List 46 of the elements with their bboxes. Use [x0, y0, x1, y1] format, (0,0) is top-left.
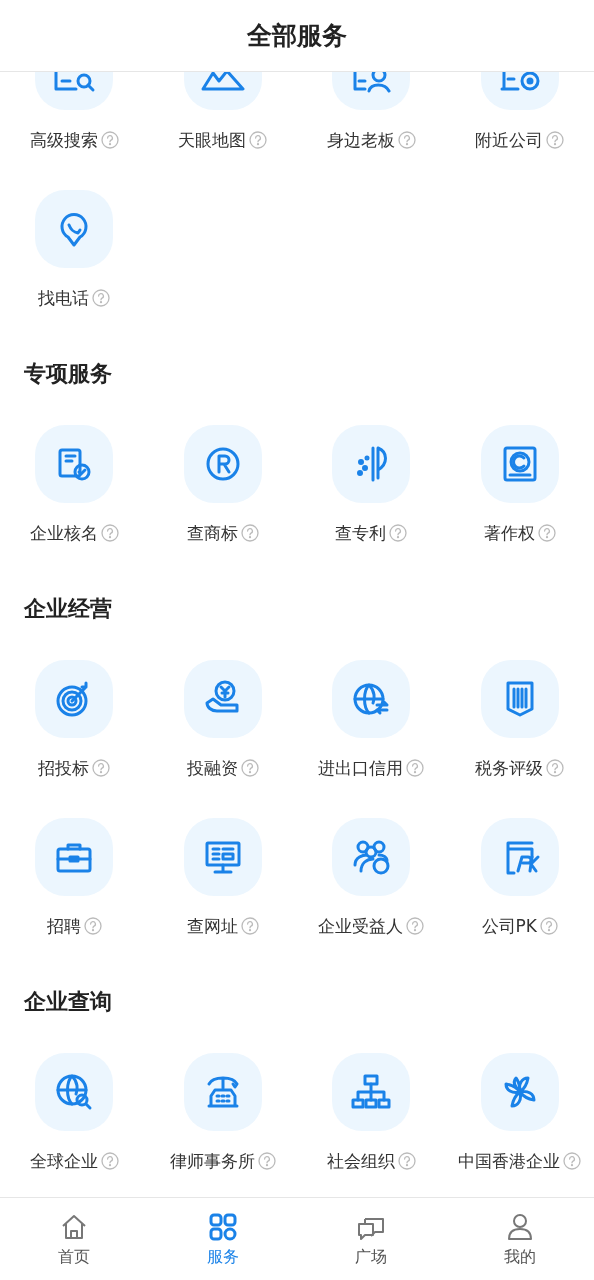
- service-label[interactable]: 查网址: [186, 914, 238, 938]
- service-label[interactable]: 查商标: [186, 521, 238, 545]
- nav-tab[interactable]: 首页: [0, 1198, 149, 1280]
- service-tile[interactable]: [332, 1053, 411, 1131]
- service-label[interactable]: 企业核名: [29, 521, 98, 545]
- service-tile[interactable]: [183, 1053, 262, 1131]
- service-tile[interactable]: [332, 425, 411, 503]
- service-tile[interactable]: [35, 425, 114, 503]
- section-title: 专项服务: [23, 360, 113, 388]
- section-title: 企业经营: [23, 595, 113, 623]
- service-tile[interactable]: [35, 190, 114, 268]
- service-label[interactable]: 高级搜索: [29, 128, 98, 152]
- page-title: 全部服务: [247, 20, 347, 52]
- nav-tab[interactable]: 我的: [445, 1198, 594, 1280]
- service-tile[interactable]: [183, 818, 262, 896]
- service-label[interactable]: 招投标: [38, 756, 90, 780]
- service-label[interactable]: 社会组织: [326, 1149, 395, 1173]
- service-tile[interactable]: [35, 660, 114, 738]
- service-label[interactable]: 找电话: [38, 286, 90, 310]
- service-tile[interactable]: [35, 818, 114, 896]
- service-tile[interactable]: [332, 818, 411, 896]
- service-tile[interactable]: [183, 660, 262, 738]
- service-tile[interactable]: [35, 1053, 114, 1131]
- service-label[interactable]: 全球企业: [29, 1149, 98, 1173]
- service-label[interactable]: 企业受益人: [318, 914, 404, 938]
- service-tile[interactable]: [480, 1053, 559, 1131]
- service-label[interactable]: 税务评级: [475, 756, 544, 780]
- service-label[interactable]: 中国香港企业: [458, 1149, 561, 1173]
- service-tile[interactable]: [183, 425, 262, 503]
- service-label[interactable]: 招聘: [46, 914, 81, 938]
- service-label[interactable]: 律师事务所: [169, 1149, 255, 1173]
- service-label[interactable]: 天眼地图: [178, 128, 247, 152]
- service-tile[interactable]: [480, 660, 559, 738]
- service-label[interactable]: 公司PK: [481, 914, 537, 938]
- service-label[interactable]: 投融资: [186, 756, 238, 780]
- service-label[interactable]: 查专利: [335, 521, 387, 545]
- nav-tab[interactable]: 广场: [297, 1198, 446, 1280]
- section-title: 企业查询: [23, 988, 113, 1016]
- service-label[interactable]: 进出口信用: [318, 756, 404, 780]
- nav-tab[interactable]: 服务: [148, 1198, 297, 1280]
- service-tile[interactable]: [332, 660, 411, 738]
- service-tile[interactable]: [480, 818, 559, 896]
- service-tile[interactable]: [480, 425, 559, 503]
- service-label[interactable]: 著作权: [483, 521, 535, 545]
- service-label[interactable]: 身边老板: [326, 128, 395, 152]
- service-label[interactable]: 附近公司: [475, 128, 544, 152]
